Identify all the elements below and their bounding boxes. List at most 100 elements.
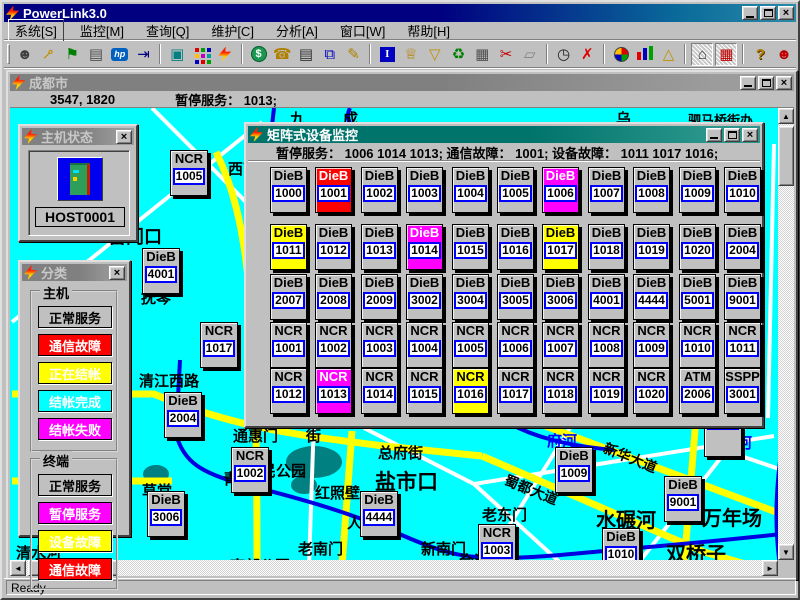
device-cell-DieB-1019[interactable]: DieB1019 bbox=[633, 224, 670, 270]
device-cell-DieB-2004[interactable]: DieB2004 bbox=[164, 392, 202, 438]
bar-chart-icon[interactable] bbox=[634, 43, 656, 66]
key-icon[interactable]: ⊸ bbox=[38, 43, 60, 66]
delete-icon[interactable]: ✗ bbox=[576, 43, 598, 66]
filter-icon[interactable]: ▽ bbox=[424, 43, 446, 66]
maximize-button[interactable] bbox=[760, 6, 776, 20]
device-cell-NCR-1012[interactable]: NCR1012 bbox=[270, 368, 307, 414]
cabinet-icon[interactable]: ▦ bbox=[471, 43, 493, 66]
legend-close-button[interactable]: × bbox=[109, 266, 125, 280]
close-button[interactable]: × bbox=[778, 6, 794, 20]
matrix-maximize-button[interactable] bbox=[724, 128, 740, 142]
exit-icon[interactable]: ⇥ bbox=[133, 43, 155, 66]
legend-item-通信故障[interactable]: 通信故障 bbox=[38, 334, 112, 356]
device-cell-DieB-1016[interactable]: DieB1016 bbox=[497, 224, 534, 270]
device-cell-DieB-3005[interactable]: DieB3005 bbox=[497, 274, 534, 320]
device-cell-DieB-1020[interactable]: DieB1020 bbox=[679, 224, 716, 270]
map-maximize-button[interactable] bbox=[758, 76, 774, 90]
matrix-titlebar[interactable]: 矩阵式设备监控 × bbox=[248, 126, 760, 143]
device-cell-ATM-2006[interactable]: ATM2006 bbox=[679, 368, 716, 414]
device-cell-DieB-4001[interactable]: DieB4001 bbox=[588, 274, 625, 320]
flag-icon[interactable]: ⚑ bbox=[61, 43, 83, 66]
color-grid-icon[interactable] bbox=[190, 43, 212, 66]
host-titlebar[interactable]: 主机状态 × bbox=[22, 128, 134, 145]
agent-icon[interactable]: ☻ bbox=[773, 43, 795, 66]
device-cell-NCR-1016[interactable]: NCR1016 bbox=[452, 368, 489, 414]
device-cell-DieB-1009[interactable]: DieB1009 bbox=[555, 447, 593, 493]
toolbar-grip[interactable] bbox=[7, 44, 10, 64]
device-cell-DieB-2008[interactable]: DieB2008 bbox=[315, 274, 352, 320]
device-cell-NCR-1013[interactable]: NCR1013 bbox=[315, 368, 352, 414]
scroll-down-button[interactable]: ▼ bbox=[778, 544, 794, 560]
device-cell-DieB-1008[interactable]: DieB1008 bbox=[633, 167, 670, 213]
device-cell-NCR-1005[interactable]: NCR1005 bbox=[452, 322, 489, 368]
device-cell-DieB-1001[interactable]: DieB1001 bbox=[315, 167, 352, 213]
device-cell-DieB-1002[interactable]: DieB1002 bbox=[361, 167, 398, 213]
legend-item-结帐失败[interactable]: 结帐失败 bbox=[38, 418, 112, 440]
matrix-view-icon[interactable]: ▦ bbox=[715, 43, 737, 66]
device-cell-DieB-1007[interactable]: DieB1007 bbox=[588, 167, 625, 213]
menu-item-4[interactable]: 分析[A] bbox=[270, 20, 324, 41]
cascade-windows-icon[interactable]: ⧉ bbox=[319, 43, 341, 66]
building-view-icon[interactable]: ⌂ bbox=[691, 43, 713, 66]
device-cell-DieB-3002[interactable]: DieB3002 bbox=[406, 274, 443, 320]
device-cell-NCR-1019[interactable]: NCR1019 bbox=[588, 368, 625, 414]
legend-item-设备故障[interactable]: 设备故障 bbox=[38, 530, 112, 552]
capital-i-icon[interactable]: I bbox=[376, 43, 398, 66]
device-cell-NCR-1004[interactable]: NCR1004 bbox=[406, 322, 443, 368]
lightning-icon[interactable] bbox=[214, 43, 236, 66]
device-cell-NCR-1020[interactable]: NCR1020 bbox=[633, 368, 670, 414]
pie-chart-icon[interactable] bbox=[610, 43, 632, 66]
legend-item-正常服务[interactable]: 正常服务 bbox=[38, 474, 112, 496]
map-vertical-scrollbar[interactable]: ▲ ▼ bbox=[778, 108, 794, 560]
eraser-icon[interactable]: ▱ bbox=[519, 43, 541, 66]
device-cell-DieB-4444[interactable]: DieB4444 bbox=[360, 491, 398, 537]
protractor-icon[interactable]: △ bbox=[658, 43, 680, 66]
device-cell-DieB-1005[interactable]: DieB1005 bbox=[497, 167, 534, 213]
help-icon[interactable]: ? bbox=[749, 43, 771, 66]
receipt-printer-icon[interactable]: ▤ bbox=[295, 43, 317, 66]
device-cell-DieB-1006[interactable]: DieB1006 bbox=[542, 167, 579, 213]
map-minimize-button[interactable] bbox=[740, 76, 756, 90]
map-horizontal-scrollbar[interactable]: ◄ ► bbox=[10, 560, 778, 576]
device-cell-DieB-1010[interactable]: DieB1010 bbox=[602, 528, 640, 560]
matrix-minimize-button[interactable] bbox=[706, 128, 722, 142]
minimize-button[interactable] bbox=[742, 6, 758, 20]
legend-item-正在结帐[interactable]: 正在结帐 bbox=[38, 362, 112, 384]
device-cell-NCR-1001[interactable]: NCR1001 bbox=[270, 322, 307, 368]
device-cell-DieB-1009[interactable]: DieB1009 bbox=[679, 167, 716, 213]
legend-titlebar[interactable]: 分类 × bbox=[22, 264, 127, 281]
hp-icon[interactable]: hp bbox=[109, 43, 131, 66]
device-cell-NCR-1015[interactable]: NCR1015 bbox=[406, 368, 443, 414]
device-cell-DieB-1015[interactable]: DieB1015 bbox=[452, 224, 489, 270]
scroll-right-button[interactable]: ► bbox=[762, 560, 778, 576]
legend-item-结帐完成[interactable]: 结帐完成 bbox=[38, 390, 112, 412]
device-cell-DieB-1010[interactable]: DieB1010 bbox=[724, 167, 761, 213]
matrix-close-button[interactable]: × bbox=[742, 128, 758, 142]
legend-item-暂停服务[interactable]: 暂停服务 bbox=[38, 502, 112, 524]
device-cell-NCR-1018[interactable]: NCR1018 bbox=[542, 368, 579, 414]
scissors-icon[interactable]: ✂ bbox=[495, 43, 517, 66]
device-cell-DieB-3004[interactable]: DieB3004 bbox=[452, 274, 489, 320]
device-cell-NCR-1014[interactable]: NCR1014 bbox=[361, 368, 398, 414]
scroll-left-button[interactable]: ◄ bbox=[10, 560, 26, 576]
device-cell-NCR-1011[interactable]: NCR1011 bbox=[724, 322, 761, 368]
device-cell-DieB-3006[interactable]: DieB3006 bbox=[147, 491, 185, 537]
device-cell-DieB-1011[interactable]: DieB1011 bbox=[270, 224, 307, 270]
device-cell-NCR-1005[interactable]: NCR1005 bbox=[170, 150, 208, 196]
menu-item-1[interactable]: 监控[M] bbox=[74, 20, 130, 41]
device-cell-DieB-1014[interactable]: DieB1014 bbox=[406, 224, 443, 270]
device-cell-NCR-1017[interactable]: NCR1017 bbox=[497, 368, 534, 414]
legend-item-正常服务[interactable]: 正常服务 bbox=[38, 306, 112, 328]
map-titlebar[interactable]: 成都市 × bbox=[10, 74, 794, 91]
pen-icon[interactable]: ✎ bbox=[343, 43, 365, 66]
device-cell-NCR-1007[interactable]: NCR1007 bbox=[542, 322, 579, 368]
device-cell-DieB-1000[interactable]: DieB1000 bbox=[270, 167, 307, 213]
device-cell-NCR-1002[interactable]: NCR1002 bbox=[315, 322, 352, 368]
device-cell-NCR-1003[interactable]: NCR1003 bbox=[361, 322, 398, 368]
device-cell-DieB-2007[interactable]: DieB2007 bbox=[270, 274, 307, 320]
device-cell-NCR-1009[interactable]: NCR1009 bbox=[633, 322, 670, 368]
map-image-icon[interactable]: ▣ bbox=[166, 43, 188, 66]
clock-icon[interactable]: ◷ bbox=[553, 43, 575, 66]
device-cell-DieB-1013[interactable]: DieB1013 bbox=[361, 224, 398, 270]
device-cell-DieB-4444[interactable]: DieB4444 bbox=[633, 274, 670, 320]
